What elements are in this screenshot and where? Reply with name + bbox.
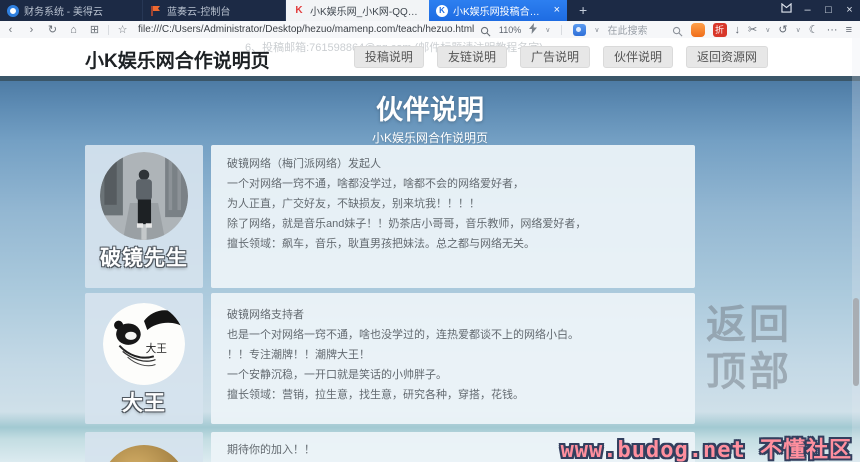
- reading-mode-icon[interactable]: ⊞: [84, 22, 105, 38]
- search-input[interactable]: 在此搜索: [608, 22, 664, 37]
- description-line: 也是一个对网络一窍不通，啥也没学过的，连热爱都谈不上的网络小白。: [227, 325, 679, 345]
- tab-close-icon[interactable]: ×: [554, 0, 560, 21]
- tab-active-cooperation-page[interactable]: K 小K娱乐网投稿合作说明页 ×: [429, 0, 567, 21]
- chevron-down-icon[interactable]: ∨: [594, 26, 599, 34]
- tab-lanzou-console[interactable]: 蓝奏云-控制台: [143, 0, 286, 21]
- partner-card: 破镜先生 破镜网络（梅门派网络）发起人 一个对网络一窍不通，啥都没学过，啥都不会…: [85, 145, 695, 288]
- address-bar[interactable]: file:///C:/Users/Administrator/Desktop/h…: [138, 24, 474, 35]
- description-line: 一个对网络一窍不通，啥都没学过，啥都不会的网络爱好者，: [227, 174, 679, 194]
- avatar: [100, 152, 188, 240]
- tab-title: 小K娱乐网投稿合作说明页: [453, 3, 550, 18]
- nav-button-back-to-site[interactable]: 返回资源网: [686, 46, 768, 68]
- download-icon[interactable]: ↓: [735, 24, 741, 36]
- toolbar-divider: [108, 25, 109, 35]
- browser-toolbar: ‹ › ↻ ⌂ ⊞ ☆ file:///C:/Users/Administrat…: [0, 21, 860, 39]
- page-viewport: 6、投稿邮箱:761598864@qq.com (邮件标题请注明教程名字) 小K…: [0, 38, 860, 462]
- tab-title: 小K娱乐网_小K网-QQ活动_资源分享: [310, 3, 422, 18]
- avatar: 大王: [103, 303, 185, 385]
- header-nav: 投稿说明 友链说明 广告说明 伙伴说明 返回资源网: [354, 46, 768, 68]
- chevron-down-icon[interactable]: ∨: [765, 26, 770, 34]
- menu-icon[interactable]: ≡: [846, 24, 852, 36]
- watermark-text: www.budog.net 不懂社区: [561, 432, 852, 462]
- scrollbar-thumb[interactable]: [853, 298, 859, 386]
- k-favicon-icon: K: [293, 5, 305, 17]
- tab-bar: 财务系统 - 美得云 蓝奏云-控制台 K 小K娱乐网_小K网-QQ活动_资源分享…: [0, 0, 860, 21]
- page-title: 小K娱乐网合作说明页: [85, 46, 270, 73]
- forward-icon[interactable]: ›: [21, 22, 42, 38]
- hero-subtitle: 小K娱乐网合作说明页: [0, 129, 860, 146]
- chevron-down-icon[interactable]: ∨: [545, 26, 550, 34]
- description-line: 擅长领域：飙车，音乐，耿直男孩把妹法。总之都与网络无关。: [227, 234, 679, 254]
- back-to-top-button[interactable]: 返回顶部: [706, 302, 798, 396]
- description-line: 一个安静沉稳，一开口就是笑话的小帅胖子。: [227, 365, 679, 385]
- flag-favicon-icon: [150, 5, 162, 17]
- search-engine-icon[interactable]: [573, 24, 586, 36]
- toolbar-right-cluster: 110% ∨ ∨ 在此搜索 折 ↓ ✂ ∨ ↺ ∨ ☾ ··· ≡: [480, 21, 860, 39]
- window-controls: – □ ×: [776, 0, 860, 21]
- tab-xiaok-resources[interactable]: K 小K娱乐网_小K网-QQ活动_资源分享: [286, 0, 429, 21]
- k-favicon-icon: K: [436, 5, 448, 17]
- partner-description: 破镜网络支持者 也是一个对网络一窍不通，啥也没学过的，连热爱都谈不上的网络小白。…: [211, 293, 695, 424]
- skin-icon[interactable]: [776, 0, 797, 21]
- partner-name: 破镜先生: [85, 242, 203, 272]
- more-icon[interactable]: ···: [827, 24, 838, 36]
- tab-finance-system[interactable]: 财务系统 - 美得云: [0, 0, 143, 21]
- chevron-down-icon[interactable]: ∨: [796, 26, 801, 34]
- minimize-button[interactable]: –: [797, 0, 818, 21]
- zoom-magnifier-icon[interactable]: [480, 24, 491, 35]
- tab-title: 财务系统 - 美得云: [24, 3, 135, 18]
- tab-title: 蓝奏云-控制台: [167, 3, 278, 18]
- description-line: 破镜网络（梅门派网络）发起人: [227, 154, 679, 174]
- flash-icon[interactable]: [529, 21, 537, 39]
- partner-description: 破镜网络（梅门派网络）发起人 一个对网络一窍不通，啥都没学过，啥都不会的网络爱好…: [211, 145, 695, 288]
- nav-button-friend-links[interactable]: 友链说明: [437, 46, 507, 68]
- partner-name: 大王: [85, 387, 203, 417]
- avatar: [101, 445, 187, 462]
- restore-undo-icon[interactable]: ↺: [778, 23, 787, 36]
- bookmark-star-icon[interactable]: ☆: [112, 22, 133, 38]
- scrollbar-track[interactable]: [852, 38, 860, 462]
- close-button[interactable]: ×: [839, 0, 860, 21]
- refresh-icon[interactable]: ↻: [42, 22, 63, 38]
- new-tab-button[interactable]: +: [567, 0, 599, 21]
- partner-avatar-panel: [85, 432, 203, 462]
- maximize-button[interactable]: □: [818, 0, 839, 21]
- description-line: 除了网络，就是音乐and妹子！！奶茶店小哥哥，音乐教师，网络爱好者，: [227, 214, 679, 234]
- toolbar-divider: [561, 25, 562, 35]
- svg-text:大王: 大王: [146, 342, 168, 355]
- description-line: 破镜网络支持者: [227, 305, 679, 325]
- screenshot-scissors-icon[interactable]: ✂: [748, 23, 757, 36]
- night-mode-icon[interactable]: ☾: [809, 23, 819, 36]
- nav-button-submission[interactable]: 投稿说明: [354, 46, 424, 68]
- partner-avatar-panel: 大王 大王: [85, 293, 203, 424]
- partner-avatar-panel: 破镜先生: [85, 145, 203, 288]
- description-line: ！！专注潮牌！！潮牌大王！: [227, 345, 679, 365]
- search-icon[interactable]: [672, 24, 683, 35]
- partner-card: 大王 大王 破镜网络支持者 也是一个对网络一窍不通，啥也没学过的，连热爱都谈不上…: [85, 293, 695, 424]
- description-line: 为人正直，广交好友，不缺损友，别来坑我！！！！: [227, 194, 679, 214]
- zoom-level[interactable]: 110%: [499, 25, 521, 35]
- description-line: 擅长领域：营销，拉生意，找生意，研究各种，穿搭，花钱。: [227, 385, 679, 405]
- back-icon[interactable]: ‹: [0, 22, 21, 38]
- hero-section: 伙伴说明 小K娱乐网合作说明页: [0, 81, 860, 142]
- page-header: 6、投稿邮箱:761598864@qq.com (邮件标题请注明教程名字) 小K…: [0, 38, 860, 76]
- home-icon[interactable]: ⌂: [63, 22, 84, 38]
- nav-button-ads[interactable]: 广告说明: [520, 46, 590, 68]
- hero-title: 伙伴说明: [0, 88, 860, 127]
- coupon-icon[interactable]: 折: [713, 23, 727, 37]
- nav-button-partners[interactable]: 伙伴说明: [603, 46, 673, 68]
- game-center-icon[interactable]: [691, 23, 705, 37]
- cloud-q-favicon-icon: [7, 5, 19, 17]
- browser-window: 财务系统 - 美得云 蓝奏云-控制台 K 小K娱乐网_小K网-QQ活动_资源分享…: [0, 0, 860, 462]
